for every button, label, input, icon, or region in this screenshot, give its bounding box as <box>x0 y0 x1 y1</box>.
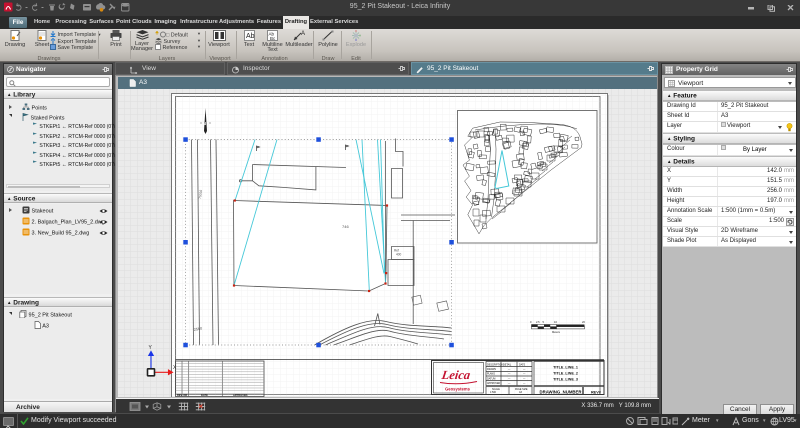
svg-text:400: 400 <box>396 253 402 257</box>
svg-text:TITLE_LINE_1: TITLE_LINE_1 <box>553 366 578 370</box>
svg-text:DRAWN: DRAWN <box>487 368 496 371</box>
svg-text:A: A <box>301 31 305 37</box>
svg-text:REV: REV <box>177 393 183 397</box>
svg-text:APPROVED: APPROVED <box>487 382 501 385</box>
svg-text:Geosystems: Geosystems <box>445 387 471 392</box>
svg-text:746: 746 <box>342 224 349 229</box>
svg-text:DESCRIPTION: DESCRIPTION <box>487 363 504 366</box>
svg-text:APPROVED: APPROVED <box>233 393 248 397</box>
svg-text:Bc: Bc <box>270 36 276 41</box>
svg-text:DR: DR <box>184 393 188 397</box>
svg-text:N: N <box>203 121 206 126</box>
svg-text:DATUM: DATUM <box>487 377 495 380</box>
svg-text:DRAWING_NUMBER: DRAWING_NUMBER <box>539 390 582 395</box>
svg-text:1:500: 1:500 <box>490 391 497 394</box>
svg-text:TITLE_LINE_3: TITLE_LINE_3 <box>553 378 578 382</box>
svg-text:REV#: REV# <box>591 391 602 395</box>
svg-text:TITLE_LINE_2: TITLE_LINE_2 <box>553 372 578 376</box>
svg-text:Meters: Meters <box>552 330 561 334</box>
svg-text:PLANS: PLANS <box>487 373 495 376</box>
svg-text:Leica: Leica <box>440 368 471 382</box>
svg-text:Ab: Ab <box>246 33 255 40</box>
svg-text:DATE: DATE <box>201 393 208 397</box>
svg-text:2.5: 2.5 <box>536 320 540 324</box>
svg-text:DATE: DATE <box>519 363 526 366</box>
svg-text:DETAIL: DETAIL <box>503 363 512 366</box>
